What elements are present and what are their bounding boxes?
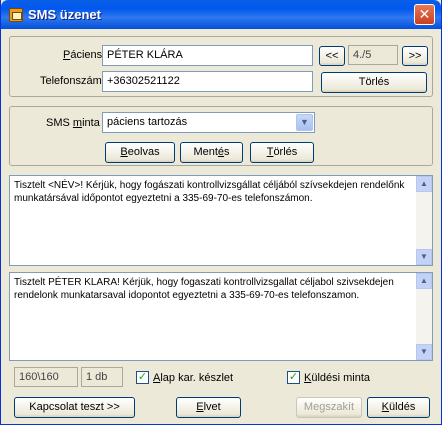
patient-label: Páciens [63, 49, 103, 61]
sms-count: 1 db [81, 367, 123, 387]
previous-patient-button[interactable]: << [319, 46, 345, 66]
scroll-up-icon[interactable]: ▲ [416, 176, 432, 192]
template-label: SMS minta [46, 117, 100, 129]
connection-test-button[interactable]: Kapcsolat teszt >> [14, 397, 135, 418]
discard-button[interactable]: Elvet [176, 397, 241, 418]
preview-text: Tisztelt PÉTER KLARA! Kérjük, hogy fogas… [14, 277, 394, 301]
base-charset-checkbox[interactable]: ✓ [136, 371, 149, 384]
phone-label: Telefonszám [40, 75, 102, 87]
patient-counter: 4./5 [348, 45, 398, 65]
abort-button: Megszakít [296, 397, 362, 418]
template-save-button[interactable]: Mentés [180, 142, 243, 163]
phone-delete-button[interactable]: Törlés [321, 72, 427, 93]
template-select-value: páciens tartozás [107, 116, 188, 128]
chevron-down-icon[interactable]: ▼ [296, 114, 313, 131]
send-button[interactable]: Küldés [367, 397, 430, 418]
template-delete-button[interactable]: Törlés [250, 142, 314, 163]
next-patient-button[interactable]: >> [402, 46, 428, 66]
preview-scrollbar[interactable]: ▲ ▼ [416, 273, 432, 360]
scroll-up-icon[interactable]: ▲ [416, 273, 432, 289]
character-count: 160\160 [14, 367, 78, 387]
send-template-checkbox[interactable]: ✓ [287, 371, 300, 384]
sms-app-icon [9, 8, 23, 22]
template-text-area[interactable]: Tisztelt <NÉV>! Kérjük, hogy fogászati k… [9, 175, 433, 266]
template-scrollbar[interactable]: ▲ ▼ [416, 176, 432, 265]
patient-name-field[interactable]: PÉTER KLÁRA [102, 45, 313, 66]
title-bar[interactable]: SMS üzenet ✕ [1, 0, 441, 29]
sms-dialog-window: SMS üzenet ✕ Páciens PÉTER KLÁRA << 4./5… [0, 0, 442, 425]
template-text: Tisztelt <NÉV>! Kérjük, hogy fogászati k… [14, 180, 405, 204]
phone-number-field[interactable]: +36302521122 [102, 71, 313, 92]
window-title: SMS üzenet [28, 7, 101, 22]
scroll-down-icon[interactable]: ▼ [416, 344, 432, 360]
send-template-label: Küldési minta [304, 372, 371, 384]
preview-text-area[interactable]: Tisztelt PÉTER KLARA! Kérjük, hogy fogas… [9, 272, 433, 361]
close-button[interactable]: ✕ [414, 4, 435, 25]
template-select[interactable]: páciens tartozás ▼ [102, 112, 315, 133]
scroll-down-icon[interactable]: ▼ [416, 249, 432, 265]
template-load-button[interactable]: Beolvas [105, 142, 175, 163]
base-charset-label: Alap kar. készlet [153, 372, 234, 384]
